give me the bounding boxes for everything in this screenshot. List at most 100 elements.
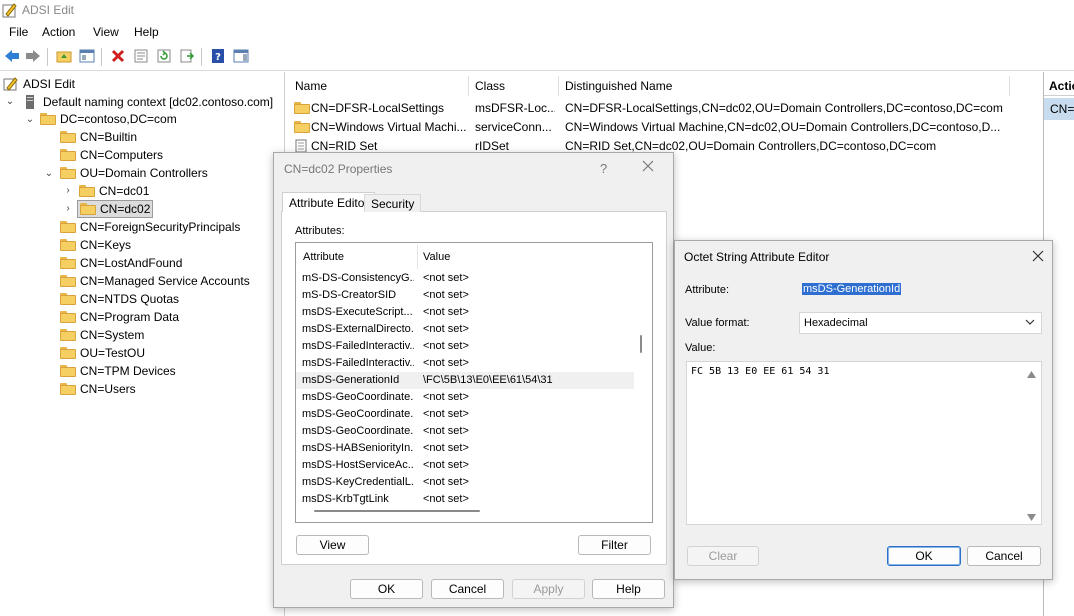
attribute-value-field[interactable]: msDS-GenerationId	[802, 283, 902, 295]
forward-arrow-icon[interactable]	[24, 47, 42, 65]
attribute-row[interactable]: msDS-FailedInteractiv... <not set>	[296, 355, 634, 372]
menu-help[interactable]: Help	[134, 25, 159, 39]
attribute-list: Attribute Value mS-DS-ConsistencyG... <no…	[295, 242, 653, 523]
tree-item-foreign-security-principals[interactable]: CN=ForeignSecurityPrincipals	[60, 218, 240, 236]
attribute-row[interactable]: msDS-KeyCredentialL... <not set>	[296, 474, 634, 491]
vertical-scrollbar-thumb[interactable]	[640, 335, 642, 353]
attribute-row[interactable]: msDS-GeoCoordinate... <not set>	[296, 389, 634, 406]
scroll-down-icon[interactable]	[1027, 510, 1036, 524]
title-bar: ADSI Edit	[0, 0, 1074, 20]
refresh-icon[interactable]	[155, 47, 173, 65]
ok-button[interactable]: OK	[350, 579, 423, 599]
row-dn: CN=DFSR-LocalSettings,CN=dc02,OU=Domain …	[565, 101, 1003, 115]
tree-item-users[interactable]: CN=Users	[60, 380, 136, 398]
cancel-button[interactable]: Cancel	[967, 546, 1041, 566]
attribute-name: msDS-GeoCoordinate...	[302, 425, 414, 437]
tree-item-dc02[interactable]: CN=dc02	[77, 200, 154, 218]
column-header-attribute[interactable]: Attribute	[303, 251, 344, 263]
tree-item-domain[interactable]: DC=contoso,DC=com	[40, 110, 177, 128]
column-header-class[interactable]: Class	[475, 79, 505, 93]
attribute-name: msDS-GenerationId	[302, 374, 400, 386]
column-header-value[interactable]: Value	[423, 251, 450, 263]
adsi-edit-icon	[3, 77, 18, 91]
attribute-row[interactable]: msDS-GeoCoordinate... <not set>	[296, 406, 634, 423]
horizontal-scrollbar-thumb[interactable]	[314, 510, 480, 512]
help-icon[interactable]: ?	[209, 47, 227, 65]
chevron-down-icon[interactable]: ⌄	[5, 96, 15, 107]
show-hide-tree-icon[interactable]	[78, 47, 96, 65]
column-header-distinguished-name[interactable]: Distinguished Name	[565, 79, 672, 93]
tree-root-adsi-edit[interactable]: ADSI Edit	[3, 75, 75, 93]
attribute-row-selected[interactable]: msDS-GenerationId \FC\5B\13\E0\EE\61\54\3…	[296, 372, 634, 389]
folder-icon	[60, 365, 76, 377]
attribute-row[interactable]: mS-DS-CreatorSID <not set>	[296, 287, 634, 304]
scroll-up-icon[interactable]	[1027, 367, 1036, 381]
list-row[interactable]: CN=Windows Virtual Machi... serviceConn.…	[287, 118, 1039, 136]
tree-item-dc01[interactable]: CN=dc01	[79, 182, 149, 200]
attribute-value: <not set>	[423, 425, 469, 437]
value-textarea[interactable]: FC 5B 13 E0 EE 61 54 31	[686, 361, 1042, 525]
delete-icon[interactable]	[109, 47, 127, 65]
chevron-down-icon	[1025, 316, 1035, 330]
chevron-right-icon[interactable]: ›	[63, 203, 73, 214]
close-icon[interactable]	[642, 160, 654, 175]
chevron-down-icon[interactable]: ⌄	[44, 168, 54, 179]
filter-button[interactable]: Filter	[578, 535, 651, 555]
attribute-row[interactable]: msDS-KrbTgtLink <not set>	[296, 491, 634, 508]
attribute-value: <not set>	[423, 459, 469, 471]
folder-icon	[60, 329, 76, 341]
menu-file[interactable]: File	[9, 25, 28, 39]
tree-item-system[interactable]: CN=System	[60, 326, 144, 344]
show-hide-action-pane-icon[interactable]	[232, 47, 250, 65]
up-folder-icon[interactable]	[55, 47, 73, 65]
list-row[interactable]: CN=DFSR-LocalSettings msDFSR-Loc... CN=D…	[287, 99, 1039, 117]
value-format-selected: Hexadecimal	[804, 317, 868, 329]
tree-item-naming-context[interactable]: Default naming context [dc02.contoso.com…	[24, 93, 273, 111]
export-list-icon[interactable]	[178, 47, 196, 65]
apply-button[interactable]: Apply	[512, 579, 585, 599]
menu-action[interactable]: Action	[42, 25, 75, 39]
tree-item-label: CN=Keys	[80, 238, 132, 252]
properties-icon[interactable]	[132, 47, 150, 65]
value-format-select[interactable]: Hexadecimal	[799, 312, 1042, 334]
back-arrow-icon[interactable]	[3, 47, 21, 65]
chevron-right-icon[interactable]: ›	[63, 185, 73, 196]
tree-item-ntds-quotas[interactable]: CN=NTDS Quotas	[60, 290, 179, 308]
attribute-row[interactable]: msDS-ExecuteScript... <not set>	[296, 304, 634, 321]
tree-item-managed-service-accounts[interactable]: CN=Managed Service Accounts	[60, 272, 250, 290]
ok-button[interactable]: OK	[887, 546, 961, 566]
attribute-name: msDS-FailedInteractiv...	[302, 340, 414, 352]
tree-item-label: Default naming context [dc02.contoso.com…	[43, 95, 274, 109]
chevron-down-icon[interactable]: ⌄	[25, 114, 35, 125]
tree-item-tpm-devices[interactable]: CN=TPM Devices	[60, 362, 176, 380]
column-header-name[interactable]: Name	[295, 79, 327, 93]
tree-item-keys[interactable]: CN=Keys	[60, 236, 131, 254]
tree-item-lost-and-found[interactable]: CN=LostAndFound	[60, 254, 182, 272]
tree-item-computers[interactable]: CN=Computers	[60, 146, 163, 164]
attribute-row[interactable]: msDS-ExternalDirecto... <not set>	[296, 321, 634, 338]
help-glyph-icon[interactable]: ?	[600, 161, 607, 176]
folder-icon	[60, 383, 76, 395]
value-format-label: Value format:	[685, 317, 750, 329]
attribute-row[interactable]: msDS-HostServiceAc... <not set>	[296, 457, 634, 474]
clear-button[interactable]: Clear	[687, 546, 759, 566]
view-button[interactable]: View	[296, 535, 369, 555]
tree-item-testou[interactable]: OU=TestOU	[60, 344, 145, 362]
attribute-value: <not set>	[423, 323, 469, 335]
tab-security[interactable]: Security	[364, 194, 422, 212]
attribute-row[interactable]: msDS-HABSeniorityIn... <not set>	[296, 440, 634, 457]
folder-icon	[60, 275, 76, 287]
actions-item[interactable]: CN=	[1044, 98, 1074, 120]
tree-item-program-data[interactable]: CN=Program Data	[60, 308, 179, 326]
close-icon[interactable]	[1032, 250, 1044, 265]
attribute-row[interactable]: msDS-GeoCoordinate... <not set>	[296, 423, 634, 440]
tree-item-builtin[interactable]: CN=Builtin	[60, 128, 137, 146]
row-dn: CN=RID Set,CN=dc02,OU=Domain Controllers…	[565, 139, 937, 153]
tab-attribute-editor[interactable]: Attribute Editor	[282, 192, 376, 212]
attribute-row[interactable]: mS-DS-ConsistencyG... <not set>	[296, 270, 634, 287]
cancel-button[interactable]: Cancel	[431, 579, 504, 599]
help-button[interactable]: Help	[592, 579, 665, 599]
menu-view[interactable]: View	[93, 25, 119, 39]
tree-item-domain-controllers[interactable]: OU=Domain Controllers	[60, 164, 208, 182]
attribute-row[interactable]: msDS-FailedInteractiv... <not set>	[296, 338, 634, 355]
